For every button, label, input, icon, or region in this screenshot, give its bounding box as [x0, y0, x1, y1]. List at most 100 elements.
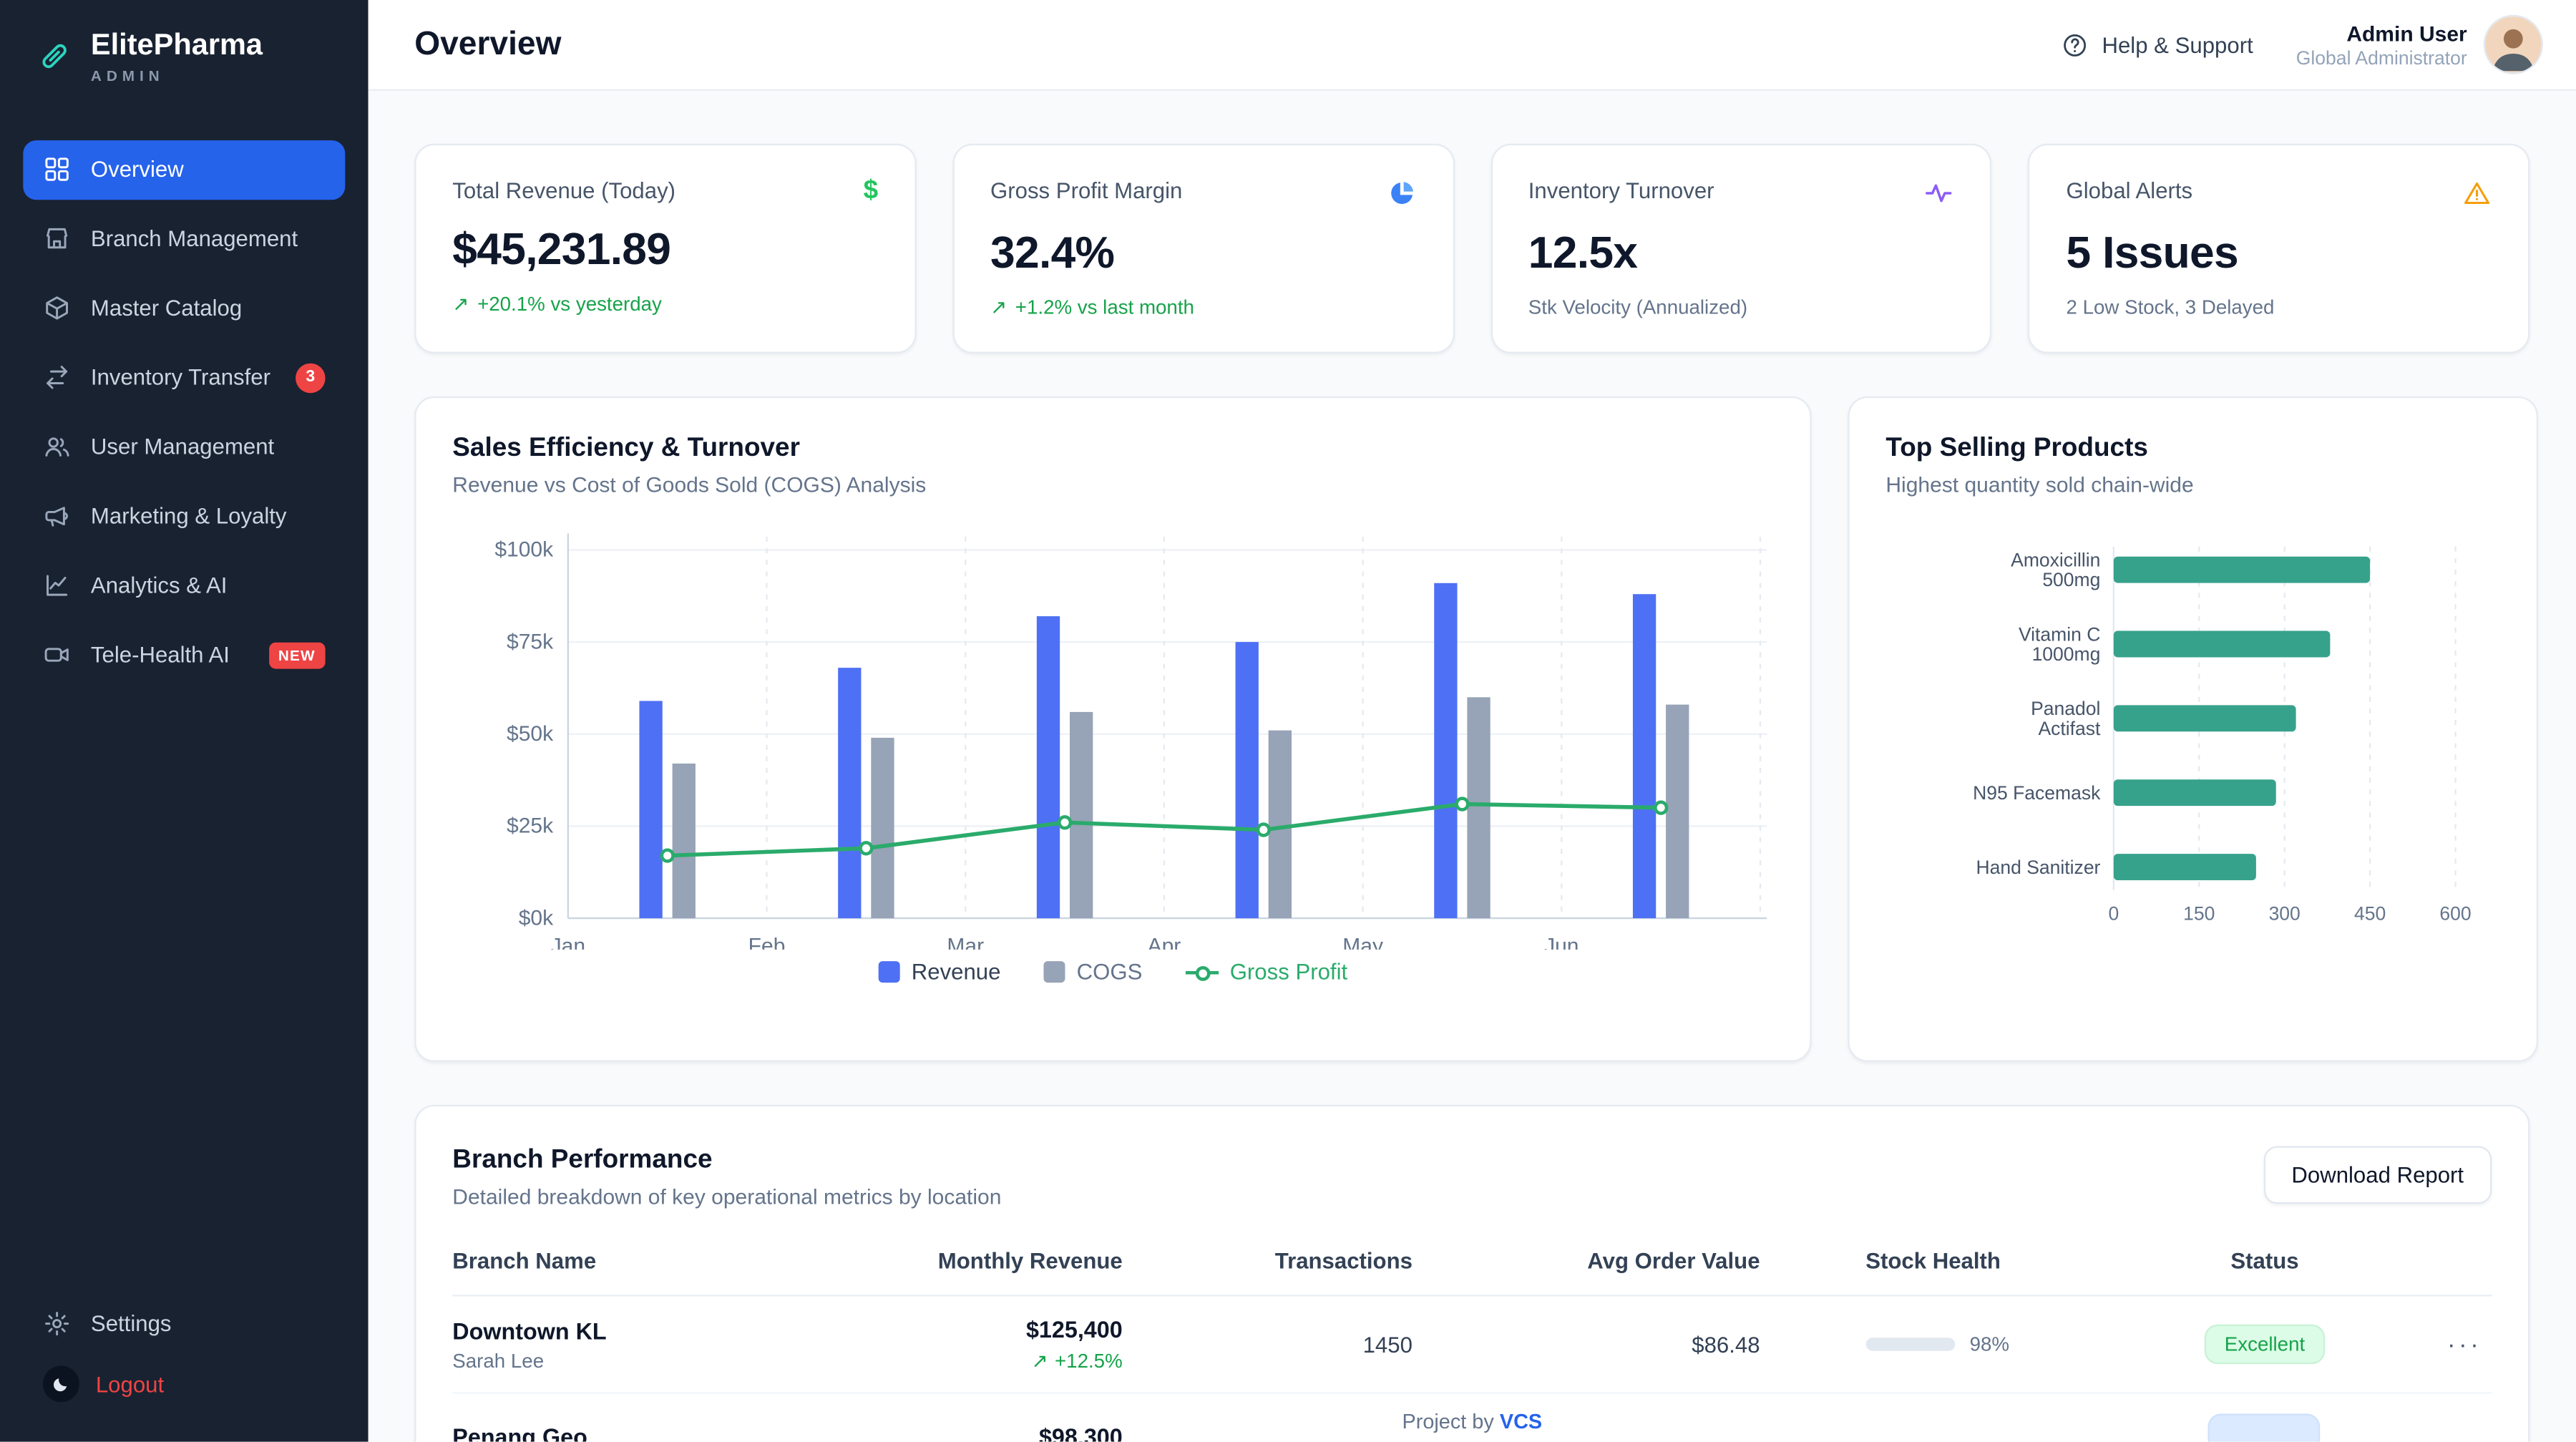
app-root: ElitePharma ADMIN Overview Branch Ma	[0, 0, 2576, 1442]
sidebar-item-label: Analytics & AI	[91, 573, 227, 598]
avg-order-value: $86.48	[1413, 1295, 1760, 1393]
svg-text:300: 300	[2269, 902, 2301, 924]
svg-text:May: May	[1342, 935, 1383, 950]
col-branch-name: Branch Name	[452, 1235, 893, 1295]
grid-icon	[43, 156, 71, 184]
circle-question-icon	[2061, 31, 2089, 59]
products-chart-title: Top Selling Products	[1885, 434, 2499, 464]
sidebar-bottom: Settings Logout	[0, 1293, 369, 1442]
user-menu[interactable]: Admin User Global Administrator	[2296, 15, 2543, 74]
sidebar-item-overview[interactable]: Overview	[23, 140, 345, 200]
svg-text:$0k: $0k	[519, 906, 554, 930]
svg-text:Amoxicillin: Amoxicillin	[2011, 550, 2100, 571]
kpi-title: Global Alerts	[2067, 178, 2193, 203]
line-chart-icon	[43, 572, 71, 600]
sidebar-item-branch-management[interactable]: Branch Management	[23, 210, 345, 269]
trend-up-icon: ↗	[990, 296, 1007, 318]
storefront-icon	[43, 225, 71, 253]
user-name: Admin User	[2296, 21, 2467, 46]
svg-text:Panadol: Panadol	[2031, 698, 2100, 719]
products-chart-subtitle: Highest quantity sold chain-wide	[1885, 472, 2499, 497]
sidebar-item-label: Master Catalog	[91, 296, 242, 321]
cube-icon	[43, 294, 71, 322]
dark-mode-toggle[interactable]	[43, 1365, 79, 1402]
help-support-label: Help & Support	[2102, 32, 2253, 57]
svg-text:$25k: $25k	[507, 814, 554, 838]
stock-progress-track	[1865, 1338, 1955, 1350]
kpi-note: 2 Low Stock, 3 Delayed	[2067, 296, 2492, 318]
row-menu-button[interactable]: ···	[2437, 1329, 2492, 1360]
sidebar-item-label: Settings	[91, 1310, 172, 1335]
svg-text:Actifast: Actifast	[2038, 718, 2101, 739]
sidebar-item-analytics-ai[interactable]: Analytics & AI	[23, 556, 345, 615]
sales-efficiency-card: Sales Efficiency & Turnover Revenue vs C…	[414, 396, 1811, 1062]
logout-row[interactable]: Logout	[23, 1353, 345, 1416]
kpi-note: Stk Velocity (Annualized)	[1528, 296, 1954, 318]
sales-chart-title: Sales Efficiency & Turnover	[452, 434, 1773, 464]
branch-name: Downtown KL	[452, 1317, 893, 1343]
svg-text:Jun: Jun	[1544, 935, 1579, 950]
sidebar-item-label: Inventory Transfer	[91, 366, 270, 391]
help-support-link[interactable]: Help & Support	[2061, 31, 2253, 59]
kpi-title: Inventory Turnover	[1528, 178, 1714, 203]
transfer-arrows-icon	[43, 364, 71, 391]
sidebar-item-label: Overview	[91, 157, 184, 182]
svg-text:Mar: Mar	[947, 935, 984, 950]
branch-subtitle: Detailed breakdown of key operational me…	[452, 1184, 1001, 1209]
user-role: Global Administrator	[2296, 49, 2467, 69]
sidebar: ElitePharma ADMIN Overview Branch Ma	[0, 0, 369, 1442]
svg-text:450: 450	[2354, 902, 2386, 924]
download-report-button[interactable]: Download Report	[2263, 1146, 2492, 1204]
kpi-note: ↗ +1.2% vs last month	[990, 296, 1416, 318]
stock-health: 98%	[1760, 1333, 2130, 1355]
sidebar-item-marketing-loyalty[interactable]: Marketing & Loyalty	[23, 487, 345, 546]
video-camera-icon	[43, 641, 71, 669]
sidebar-item-master-catalog[interactable]: Master Catalog	[23, 279, 345, 338]
stock-percent: 98%	[1970, 1333, 2009, 1355]
svg-text:$50k: $50k	[507, 722, 554, 746]
svg-text:150: 150	[2183, 902, 2215, 924]
inventory-transfer-count-badge: 3	[296, 363, 326, 393]
brand-tag: ADMIN	[91, 67, 263, 84]
kpi-card-inventory-turnover: Inventory Turnover 12.5x Stk Velocity (A…	[1491, 144, 1992, 354]
footer-text: Project by	[1402, 1411, 1493, 1433]
col-avg-order-value: Avg Order Value	[1413, 1235, 1760, 1295]
sidebar-nav: Overview Branch Management Master Catalo…	[0, 100, 369, 1293]
sidebar-item-user-management[interactable]: User Management	[23, 417, 345, 477]
line-marker-icon	[1185, 970, 1218, 974]
content: Total Revenue (Today) $ $45,231.89 ↗ +20…	[369, 91, 2576, 1442]
legend-item-gross-profit[interactable]: Gross Profit	[1185, 960, 1347, 985]
tele-health-new-badge: NEW	[268, 642, 326, 668]
sales-chart-subtitle: Revenue vs Cost of Goods Sold (COGS) Ana…	[452, 472, 1773, 497]
transactions-value: 1450	[1123, 1295, 1413, 1393]
products-horizontal-bar-chart: 0150300450600Amoxicillin500mgVitamin C10…	[1885, 537, 2499, 933]
sidebar-item-tele-health-ai[interactable]: Tele-Health AI NEW	[23, 625, 345, 685]
topbar: Overview Help & Support Admin User Globa…	[369, 0, 2576, 91]
kpi-title: Total Revenue (Today)	[452, 178, 675, 203]
branch-performance-card: Branch Performance Detailed breakdown of…	[414, 1105, 2529, 1442]
logout-label[interactable]: Logout	[96, 1372, 164, 1397]
svg-text:$75k: $75k	[507, 630, 554, 653]
pharma-capsule-icon	[36, 39, 73, 75]
revenue-delta: ↗ +12.5%	[894, 1349, 1123, 1372]
svg-text:Jan: Jan	[551, 935, 585, 950]
sidebar-item-settings[interactable]: Settings	[23, 1293, 345, 1353]
sidebar-item-inventory-transfer[interactable]: Inventory Transfer 3	[23, 348, 345, 407]
brand-logo: ElitePharma ADMIN	[0, 0, 369, 100]
sidebar-item-label: Tele-Health AI	[91, 643, 230, 668]
megaphone-icon	[43, 502, 71, 530]
kpi-value: 5 Issues	[2067, 228, 2492, 279]
svg-text:N95 Facemask: N95 Facemask	[1973, 782, 2101, 804]
kpi-title: Gross Profit Margin	[990, 178, 1182, 203]
svg-text:Apr: Apr	[1148, 935, 1181, 950]
avatar[interactable]	[2484, 15, 2543, 74]
footer: Project by VCS	[369, 1411, 2576, 1433]
sales-bar-line-chart: $0k$25k$50k$75k$100kJanFebMarAprMayJun	[452, 517, 1773, 950]
legend-item-cogs[interactable]: COGS	[1043, 960, 1142, 985]
kpi-value: 32.4%	[990, 228, 1416, 279]
legend-item-revenue[interactable]: Revenue	[879, 960, 1001, 985]
col-monthly-revenue: Monthly Revenue	[894, 1235, 1123, 1295]
footer-brand-link[interactable]: VCS	[1500, 1411, 1542, 1433]
brand-name: ElitePharma	[91, 30, 263, 63]
svg-text:Hand Sanitizer: Hand Sanitizer	[1976, 857, 2100, 878]
